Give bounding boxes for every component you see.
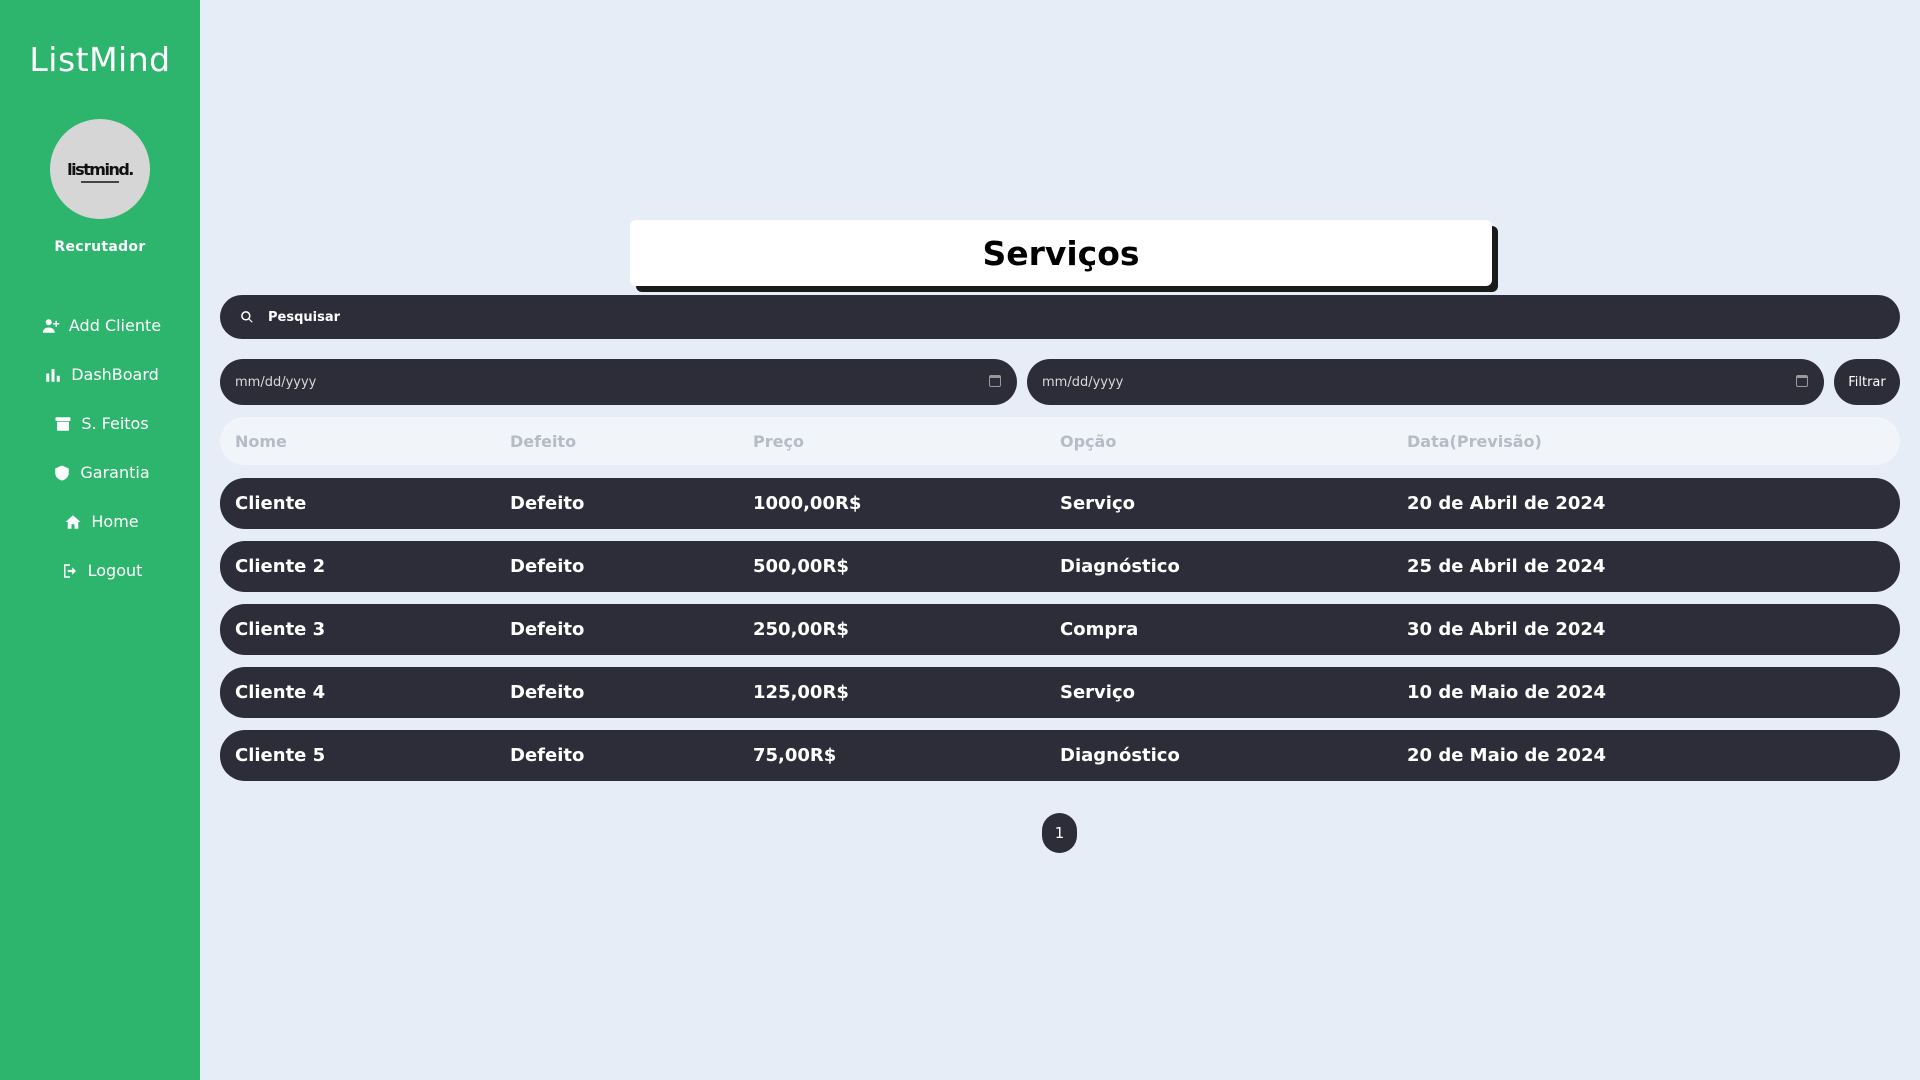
sidebar-item-label: Logout [87,561,143,580]
table-row[interactable]: Cliente 3 Defeito 250,00R$ Compra 30 de … [220,604,1900,655]
cell-nome: Cliente 2 [235,556,326,577]
cell-data: 25 de Abril de 2024 [1407,556,1606,577]
cell-preco: 250,00R$ [753,619,849,640]
cell-opcao: Serviço [1060,493,1135,514]
search-icon [241,311,253,323]
user-plus-icon [39,317,63,335]
table-header: Nome Defeito Preço Opção Data(Previsão) [220,417,1900,465]
sidebar-item-label: DashBoard [71,365,159,384]
sidebar: ListMind listmind. Recrutador Add Client… [0,0,200,1080]
logout-icon [58,562,82,580]
search-input[interactable]: Pesquisar [220,295,1900,339]
cell-defeito: Defeito [510,682,585,703]
sidebar-item-label: S. Feitos [81,414,149,433]
cell-data: 20 de Abril de 2024 [1407,493,1606,514]
cell-nome: Cliente 3 [235,619,326,640]
bar-chart-icon [41,366,65,384]
start-date-placeholder: mm/dd/yyyy [235,374,317,390]
search-placeholder: Pesquisar [268,309,341,325]
calendar-icon[interactable] [989,375,1001,387]
cell-preco: 75,00R$ [753,745,837,766]
cell-nome: Cliente [235,493,307,514]
sidebar-nav: Add Cliente DashBoard S. Feitos Garantia… [0,301,200,595]
cell-defeito: Defeito [510,745,585,766]
sidebar-item-label: Home [91,512,139,531]
sidebar-item-label: Garantia [80,463,150,482]
column-header-opcao: Opção [1060,432,1117,451]
logo: listmind. [67,159,134,183]
cell-data: 20 de Maio de 2024 [1407,745,1606,766]
column-header-preco: Preço [753,432,804,451]
sidebar-item-s-feitos[interactable]: S. Feitos [0,399,200,448]
cell-defeito: Defeito [510,556,585,577]
cell-preco: 500,00R$ [753,556,849,577]
cell-nome: Cliente 5 [235,745,326,766]
cell-opcao: Compra [1060,619,1139,640]
table-row[interactable]: Cliente 5 Defeito 75,00R$ Diagnóstico 20… [220,730,1900,781]
user-role: Recrutador [54,239,146,255]
cell-data: 10 de Maio de 2024 [1407,682,1606,703]
column-header-nome: Nome [235,432,287,451]
cell-data: 30 de Abril de 2024 [1407,619,1606,640]
cell-opcao: Diagnóstico [1060,745,1180,766]
sidebar-item-add-cliente[interactable]: Add Cliente [0,301,200,350]
sidebar-item-garantia[interactable]: Garantia [0,448,200,497]
pagination-page-button[interactable]: 1 [1042,813,1077,853]
page-title-card: Serviços [630,220,1492,286]
table-row[interactable]: Cliente 4 Defeito 125,00R$ Serviço 10 de… [220,667,1900,718]
sidebar-item-logout[interactable]: Logout [0,546,200,595]
archive-icon [51,415,75,433]
page-title: Serviços [982,233,1140,273]
calendar-icon[interactable] [1796,375,1808,387]
cell-preco: 1000,00R$ [753,493,862,514]
start-date-input[interactable]: mm/dd/yyyy [220,359,1017,405]
column-header-data: Data(Previsão) [1407,432,1542,451]
end-date-placeholder: mm/dd/yyyy [1042,374,1124,390]
cell-opcao: Serviço [1060,682,1135,703]
shield-icon [50,464,74,482]
filter-button[interactable]: Filtrar [1834,359,1900,405]
cell-opcao: Diagnóstico [1060,556,1180,577]
table-row[interactable]: Cliente 2 Defeito 500,00R$ Diagnóstico 2… [220,541,1900,592]
brand-title: ListMind [29,40,171,79]
cell-defeito: Defeito [510,493,585,514]
cell-preco: 125,00R$ [753,682,849,703]
sidebar-item-label: Add Cliente [68,316,162,335]
home-icon [61,513,85,531]
sidebar-item-dashboard[interactable]: DashBoard [0,350,200,399]
avatar[interactable]: listmind. [50,119,150,219]
column-header-defeito: Defeito [510,432,577,451]
cell-nome: Cliente 4 [235,682,326,703]
sidebar-item-home[interactable]: Home [0,497,200,546]
table-row[interactable]: Cliente Defeito 1000,00R$ Serviço 20 de … [220,478,1900,529]
end-date-input[interactable]: mm/dd/yyyy [1027,359,1824,405]
cell-defeito: Defeito [510,619,585,640]
